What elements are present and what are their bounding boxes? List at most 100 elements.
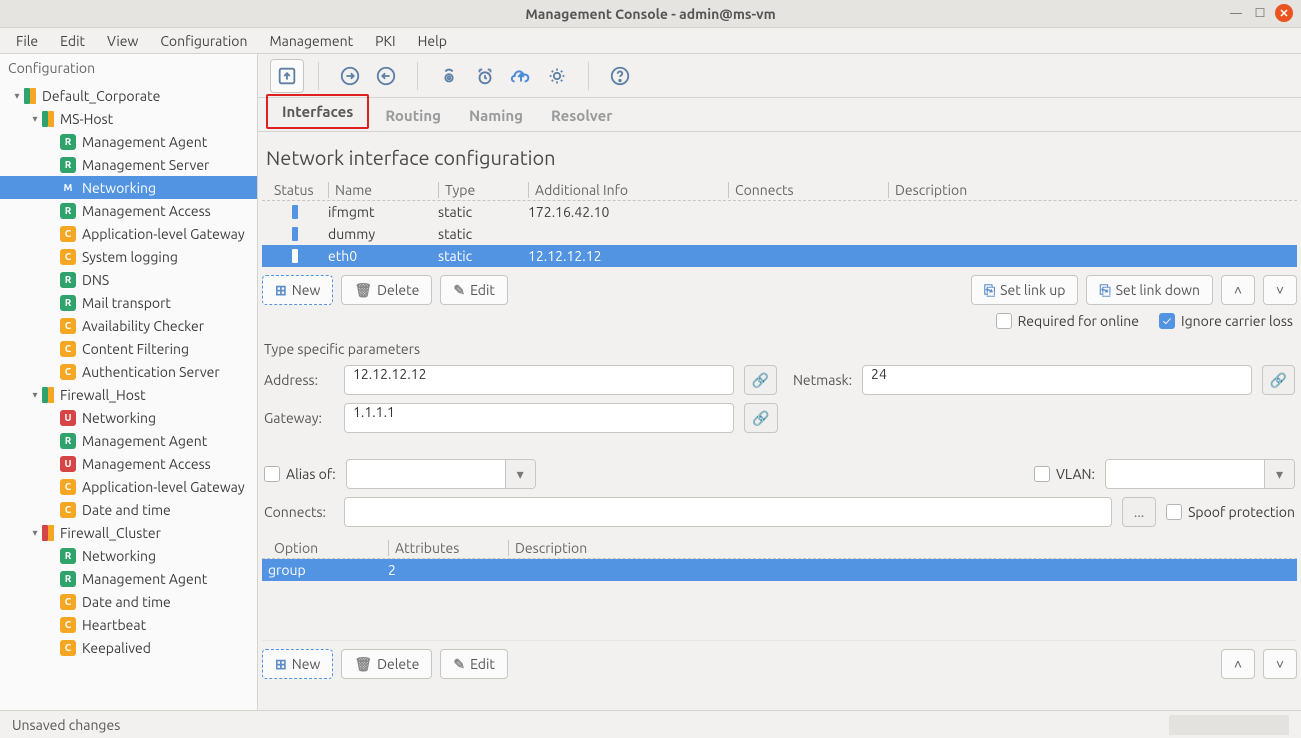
col-status[interactable]: Status <box>268 182 328 198</box>
sidebar-item-authentication-server[interactable]: CAuthentication Server <box>0 360 257 383</box>
col-additional-info[interactable]: Additional Info <box>528 182 728 198</box>
edit-icon: ✎ <box>453 282 465 299</box>
new-interface-button[interactable]: ⊞New <box>262 275 333 305</box>
set-link-down-button[interactable]: ⎘Set link down <box>1086 275 1213 305</box>
sidebar-item-availability-checker[interactable]: CAvailability Checker <box>0 314 257 337</box>
option-move-down-button[interactable]: ˅ <box>1263 649 1297 679</box>
address-label: Address: <box>264 372 334 388</box>
edit-option-button[interactable]: ✎Edit <box>440 649 508 679</box>
sidebar-item-ms-host[interactable]: ▾MS-Host <box>0 107 257 130</box>
toolbar-view-icon[interactable] <box>432 59 466 93</box>
tab-interfaces[interactable]: Interfaces <box>266 94 369 129</box>
chevron-down-icon: ▾ <box>505 460 535 488</box>
menu-file[interactable]: File <box>6 30 48 52</box>
opt-col-description[interactable]: Description <box>508 540 1291 556</box>
sidebar-item-date-and-time[interactable]: CDate and time <box>0 590 257 613</box>
alias-combo[interactable]: ▾ <box>346 459 536 489</box>
sidebar-item-application-level-gateway[interactable]: CApplication-level Gateway <box>0 475 257 498</box>
menu-management[interactable]: Management <box>259 30 363 52</box>
netmask-link-icon[interactable]: 🔗 <box>1262 365 1295 395</box>
sidebar-item-default-corporate[interactable]: ▾Default_Corporate <box>0 84 257 107</box>
edit-interface-button[interactable]: ✎Edit <box>440 275 508 305</box>
option-row[interactable]: group2 <box>262 559 1297 581</box>
move-up-button[interactable]: ˄ <box>1221 275 1255 305</box>
sidebar-item-label: Management Agent <box>82 433 207 449</box>
sidebar-item-content-filtering[interactable]: CContent Filtering <box>0 337 257 360</box>
netmask-input[interactable]: 24 <box>862 365 1252 395</box>
vlan-combo[interactable]: ▾ <box>1105 459 1295 489</box>
tab-naming[interactable]: Naming <box>455 100 537 131</box>
toolbar-gear-sync-icon[interactable] <box>540 59 574 93</box>
spoof-checkbox[interactable]: Spoof protection <box>1166 504 1295 520</box>
required-online-checkbox[interactable]: Required for online <box>996 313 1139 329</box>
delete-option-button[interactable]: 🗑Delete <box>341 649 432 679</box>
tab-resolver[interactable]: Resolver <box>537 100 626 131</box>
sidebar-item-networking[interactable]: MNetworking <box>0 176 257 199</box>
menu-edit[interactable]: Edit <box>50 30 95 52</box>
minimize-icon[interactable]: — <box>1227 4 1245 22</box>
sidebar-item-firewall-host[interactable]: ▾Firewall_Host <box>0 383 257 406</box>
ignore-carrier-checkbox[interactable]: ✓Ignore carrier loss <box>1159 313 1293 329</box>
sidebar-item-label: DNS <box>82 272 109 288</box>
sidebar-item-keepalived[interactable]: CKeepalived <box>0 636 257 659</box>
new-option-button[interactable]: ⊞New <box>262 649 333 679</box>
sidebar-item-application-level-gateway[interactable]: CApplication-level Gateway <box>0 222 257 245</box>
tab-routing[interactable]: Routing <box>371 100 455 131</box>
menu-configuration[interactable]: Configuration <box>150 30 257 52</box>
menu-view[interactable]: View <box>97 30 148 52</box>
col-name[interactable]: Name <box>328 182 438 198</box>
delete-interface-button[interactable]: 🗑Delete <box>341 275 432 305</box>
sidebar-header: Configuration <box>0 54 257 82</box>
alias-checkbox[interactable]: Alias of: <box>264 466 336 482</box>
sidebar-item-management-agent[interactable]: RManagement Agent <box>0 567 257 590</box>
sidebar-item-label: Firewall_Host <box>60 387 146 403</box>
sidebar-item-management-access[interactable]: UManagement Access <box>0 452 257 475</box>
option-move-up-button[interactable]: ˄ <box>1221 649 1255 679</box>
set-link-up-button[interactable]: ⎘Set link up <box>971 275 1079 305</box>
menu-pki[interactable]: PKI <box>365 30 405 52</box>
col-type[interactable]: Type <box>438 182 528 198</box>
toolbar-up-icon[interactable] <box>270 59 304 93</box>
sidebar-item-firewall-cluster[interactable]: ▾Firewall_Cluster <box>0 521 257 544</box>
tabs: InterfacesRoutingNamingResolver <box>258 98 1301 132</box>
interface-row[interactable]: dummystatic <box>262 223 1297 245</box>
connects-more-button[interactable]: ... <box>1122 497 1156 527</box>
sidebar-item-label: Firewall_Cluster <box>60 525 161 541</box>
status-indicator-icon <box>292 249 298 263</box>
opt-col-option[interactable]: Option <box>268 540 388 556</box>
vlan-checkbox[interactable]: VLAN: <box>1034 466 1095 482</box>
col-description[interactable]: Description <box>888 182 1291 198</box>
move-down-button[interactable]: ˅ <box>1263 275 1297 305</box>
sidebar-item-management-server[interactable]: RManagement Server <box>0 153 257 176</box>
address-input[interactable]: 12.12.12.12 <box>344 365 734 395</box>
sidebar-item-mail-transport[interactable]: RMail transport <box>0 291 257 314</box>
toolbar-help-icon[interactable] <box>603 59 637 93</box>
sidebar-item-label: Date and time <box>82 594 171 610</box>
sidebar-item-networking[interactable]: UNetworking <box>0 406 257 429</box>
sidebar-item-networking[interactable]: RNetworking <box>0 544 257 567</box>
interface-row[interactable]: eth0static12.12.12.12 <box>262 245 1297 267</box>
checkbox-icon <box>996 313 1012 329</box>
sidebar-item-heartbeat[interactable]: CHeartbeat <box>0 613 257 636</box>
sidebar-item-date-and-time[interactable]: CDate and time <box>0 498 257 521</box>
sidebar-item-management-access[interactable]: RManagement Access <box>0 199 257 222</box>
connects-input[interactable] <box>344 497 1112 527</box>
sidebar-item-system-logging[interactable]: CSystem logging <box>0 245 257 268</box>
sidebar-item-management-agent[interactable]: RManagement Agent <box>0 130 257 153</box>
maximize-icon[interactable]: ☐ <box>1251 4 1269 22</box>
toolbar-swap-icon[interactable] <box>468 59 502 93</box>
interface-table: StatusNameTypeAdditional InfoConnectsDes… <box>262 179 1297 267</box>
close-icon[interactable]: ✕ <box>1275 4 1293 22</box>
gateway-link-icon[interactable]: 🔗 <box>744 403 778 433</box>
toolbar-upload-icon[interactable] <box>504 59 538 93</box>
gateway-input[interactable]: 1.1.1.1 <box>344 403 734 433</box>
toolbar-export-icon[interactable] <box>369 59 403 93</box>
sidebar-item-dns[interactable]: RDNS <box>0 268 257 291</box>
col-connects[interactable]: Connects <box>728 182 888 198</box>
opt-col-attributes[interactable]: Attributes <box>388 540 508 556</box>
address-link-icon[interactable]: 🔗 <box>744 365 777 395</box>
sidebar-item-management-agent[interactable]: RManagement Agent <box>0 429 257 452</box>
menu-help[interactable]: Help <box>408 30 457 52</box>
toolbar-import-icon[interactable] <box>333 59 367 93</box>
interface-row[interactable]: ifmgmtstatic172.16.42.10 <box>262 201 1297 223</box>
